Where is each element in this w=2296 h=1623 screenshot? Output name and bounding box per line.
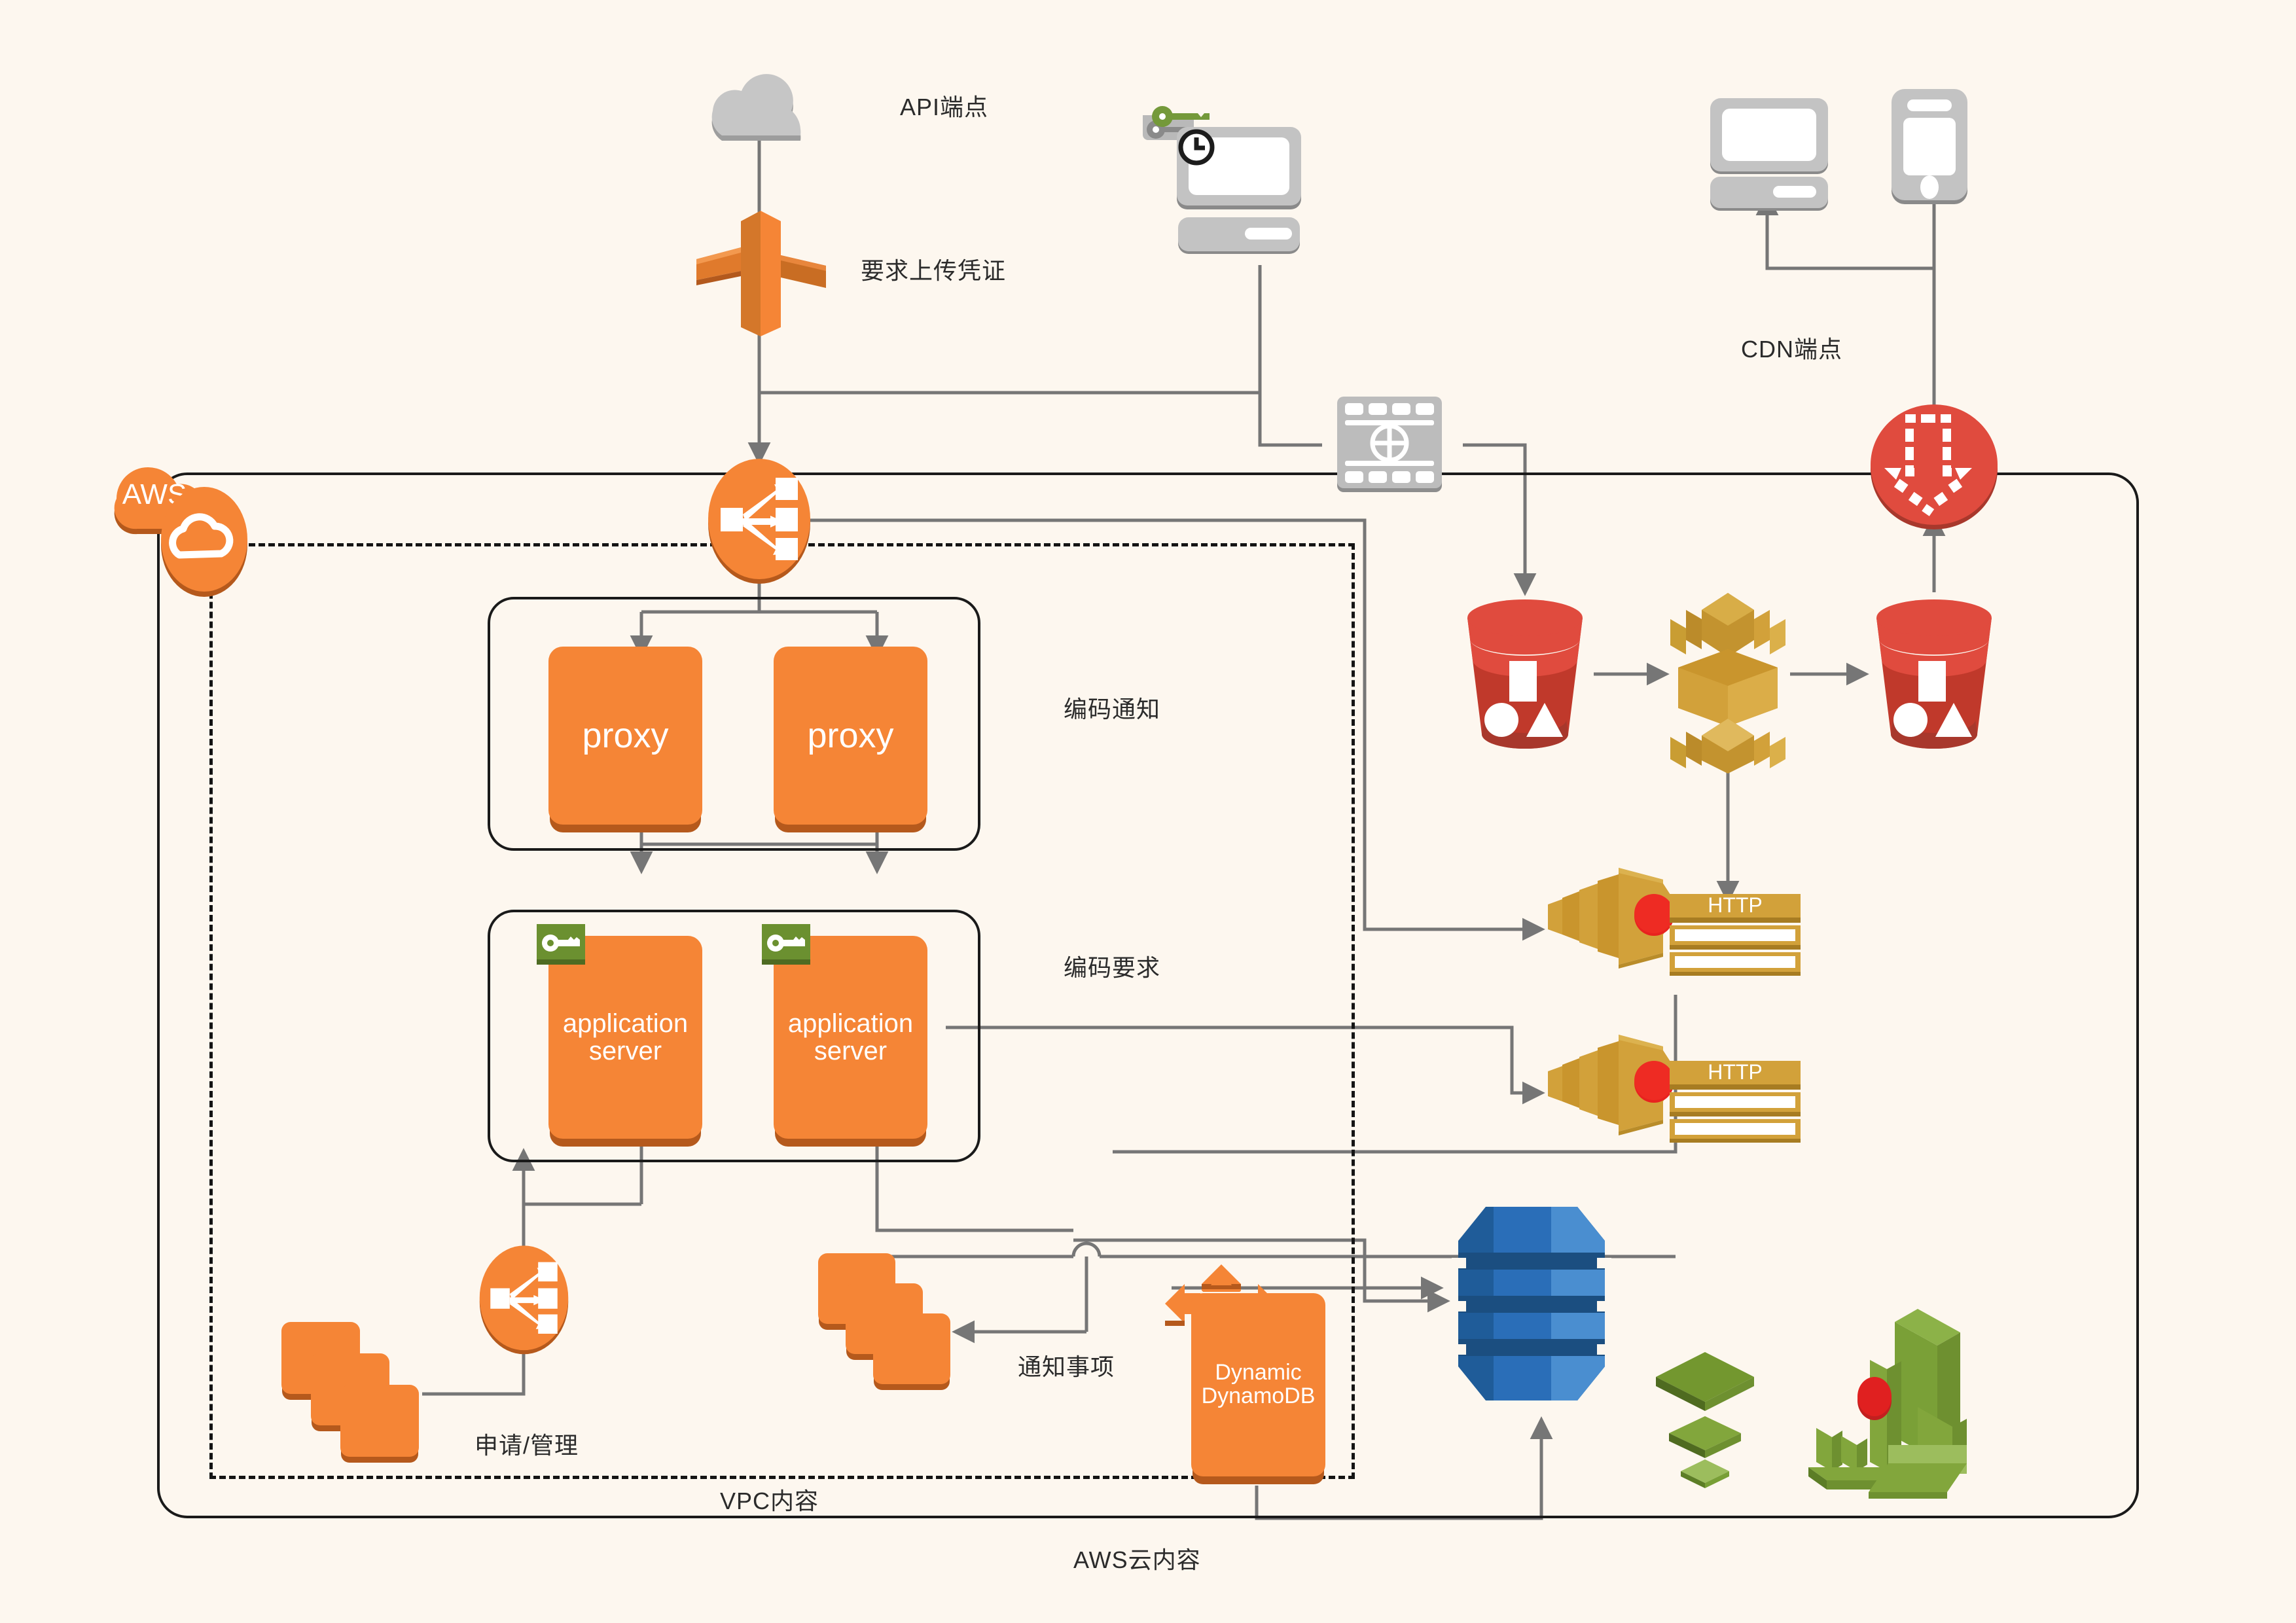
label-notify-items: 通知事项 [1018, 1353, 1115, 1380]
proxy-left-label: proxy [582, 715, 669, 755]
cloudwatch-icon [1803, 1302, 1973, 1502]
app-server-right-label: application server [788, 1010, 913, 1065]
media-file-icon [1332, 393, 1456, 504]
app-server-right-box[interactable]: application server [774, 936, 927, 1139]
label-encode-notify: 编码通知 [1064, 696, 1161, 722]
dynamic-dynamodb-box[interactable]: Dynamic DynamoDB [1191, 1293, 1325, 1476]
key-icon-right [762, 924, 810, 965]
app-server-left-line2: server [588, 1037, 662, 1065]
app-server-left-label: application server [563, 1010, 688, 1065]
sqs-queue-notify-icon [818, 1253, 969, 1384]
s3-bucket-ingest-icon [1453, 596, 1597, 756]
iam-sts-icon [686, 208, 836, 342]
dynamic-dynamodb-line2: DynamoDB [1201, 1383, 1316, 1408]
aws-cloud-badge: AWS [105, 458, 275, 618]
sqs-queue-apply-manage-icon [281, 1322, 432, 1457]
proxy-left-box[interactable]: proxy [548, 647, 702, 825]
cloudfront-icon [1856, 402, 2013, 533]
label-apply-manage: 申请/管理 [475, 1432, 579, 1459]
elastic-transcoder-icon [1656, 589, 1800, 774]
dynamodb-icon [1446, 1198, 1617, 1417]
dynamic-dynamodb-line1: Dynamic [1215, 1360, 1302, 1385]
uploader-workstation-icon [1139, 98, 1316, 272]
sns-http-label-top: HTTP [1708, 893, 1763, 917]
viewer-mobile-icon [1885, 85, 1977, 213]
app-server-left-box[interactable]: application server [548, 936, 702, 1139]
elastic-beanstalk-icon [1649, 1348, 1761, 1489]
elastic-load-balancer-internal-icon [470, 1243, 578, 1358]
elastic-load-balancer-public-icon [697, 458, 821, 586]
app-server-right-line2: server [814, 1037, 888, 1065]
dynamic-dynamodb-label: Dynamic DynamoDB [1202, 1361, 1316, 1408]
s3-bucket-output-icon [1862, 596, 2006, 756]
diagram-canvas: HTTP HTTP AWS proxy proxy application se… [0, 0, 2296, 1623]
proxy-right-label: proxy [807, 715, 894, 755]
label-cdn-endpoint: CDN端点 [1741, 336, 1842, 363]
client-cloud-icon [691, 56, 828, 151]
label-require-upload-credentials: 要求上传凭证 [861, 257, 1007, 284]
sns-topic-encode-notify-icon: HTTP [1541, 857, 1803, 978]
app-server-right-line1: application [787, 1009, 914, 1038]
label-aws-cloud-content: AWS云内容 [1073, 1546, 1201, 1573]
app-server-left-line1: application [562, 1009, 689, 1038]
label-encode-request: 编码要求 [1064, 954, 1161, 981]
proxy-right-box[interactable]: proxy [774, 647, 927, 825]
sns-topic-encode-request-icon: HTTP [1541, 1024, 1803, 1145]
key-icon-left [537, 924, 585, 965]
label-vpc-content: VPC内容 [720, 1488, 819, 1514]
viewer-desktop-icon [1705, 92, 1836, 211]
label-api-endpoint: API端点 [900, 94, 989, 120]
sns-http-label-bottom: HTTP [1708, 1060, 1763, 1084]
